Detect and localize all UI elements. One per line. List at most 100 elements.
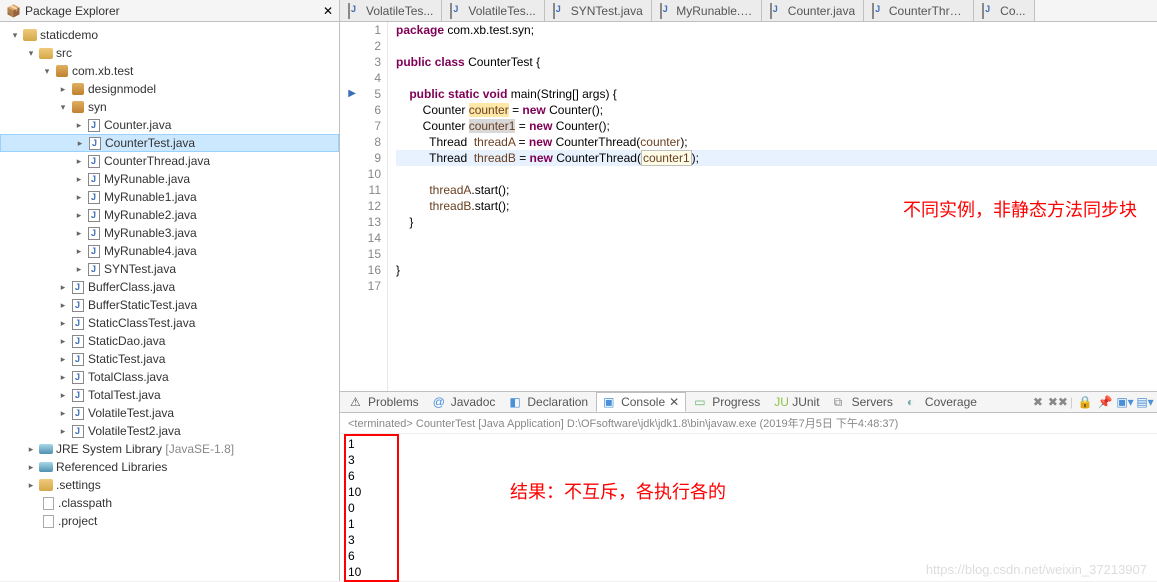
javadoc-icon: @ xyxy=(433,395,447,409)
expand-toggle-icon[interactable]: ▸ xyxy=(72,208,86,222)
tree-designmodel[interactable]: ▸ designmodel xyxy=(0,80,339,98)
tree-file[interactable]: ▸TotalClass.java xyxy=(0,368,339,386)
expand-toggle-icon[interactable]: ▸ xyxy=(72,154,86,168)
expand-toggle-icon[interactable]: ▸ xyxy=(56,280,70,294)
expand-toggle-icon[interactable]: ▸ xyxy=(56,388,70,402)
java-file-icon xyxy=(88,119,100,132)
expand-toggle-icon[interactable]: ▸ xyxy=(72,226,86,240)
tab-progress[interactable]: ▭Progress xyxy=(688,393,766,411)
tree-file[interactable]: ▸MyRunable4.java xyxy=(0,242,339,260)
tab-problems[interactable]: ⚠Problems xyxy=(344,393,425,411)
editor-gutter: ▶ 1234567891011121314151617 xyxy=(340,22,388,391)
tab-javadoc[interactable]: @Javadoc xyxy=(427,393,502,411)
line-number: 11 xyxy=(356,182,381,198)
tree-package[interactable]: ▾ com.xb.test xyxy=(0,62,339,80)
pin-icon[interactable]: 📌 xyxy=(1097,394,1113,410)
remove-launch-icon[interactable]: ✖ xyxy=(1030,394,1046,410)
expand-toggle-icon[interactable]: ▸ xyxy=(72,190,86,204)
tab-console[interactable]: ▣Console ✕ xyxy=(596,392,686,412)
expand-toggle-icon[interactable]: ▸ xyxy=(56,334,70,348)
tree-settings[interactable]: ▸ .settings xyxy=(0,476,339,494)
java-file-icon xyxy=(88,155,100,168)
expand-toggle-icon[interactable]: ▸ xyxy=(56,298,70,312)
tree-file[interactable]: ▸BufferClass.java xyxy=(0,278,339,296)
tree-file[interactable]: ▸MyRunable.java xyxy=(0,170,339,188)
expand-toggle-icon[interactable]: ▾ xyxy=(8,28,22,42)
expand-toggle-icon[interactable]: ▾ xyxy=(40,64,54,78)
file-label: CounterTest.java xyxy=(105,136,195,150)
junit-icon: JU xyxy=(774,395,788,409)
tree-file[interactable]: ▸VolatileTest.java xyxy=(0,404,339,422)
expand-toggle-icon[interactable]: ▸ xyxy=(72,118,86,132)
expand-toggle-icon[interactable]: ▸ xyxy=(56,316,70,330)
expand-toggle-icon[interactable]: ▸ xyxy=(72,244,86,258)
servers-icon: ⧉ xyxy=(834,395,848,409)
tree-file[interactable]: ▸MyRunable2.java xyxy=(0,206,339,224)
close-icon[interactable]: ✕ xyxy=(323,4,333,18)
tree-classpath[interactable]: .classpath xyxy=(0,494,339,512)
tree-file[interactable]: ▸BufferStaticTest.java xyxy=(0,296,339,314)
editor-tab[interactable]: VolatileTes... xyxy=(340,0,442,21)
tree-project[interactable]: ▾ staticdemo xyxy=(0,26,339,44)
scroll-lock-icon[interactable]: 🔒 xyxy=(1077,394,1093,410)
expand-toggle-icon[interactable]: ▸ xyxy=(56,82,70,96)
code-annotation: 不同实例，非静态方法同步块 xyxy=(903,202,1137,218)
editor-tab[interactable]: VolatileTes... xyxy=(442,0,544,21)
expand-toggle-icon[interactable]: ▸ xyxy=(72,262,86,276)
tab-label: VolatileTes... xyxy=(468,4,535,18)
tab-declaration[interactable]: ◧Declaration xyxy=(503,393,594,411)
expand-toggle-icon[interactable]: ▸ xyxy=(56,370,70,384)
expand-toggle-icon[interactable]: ▸ xyxy=(56,424,70,438)
expand-toggle-icon[interactable]: ▾ xyxy=(56,100,70,114)
expand-toggle-icon[interactable]: ▸ xyxy=(24,478,38,492)
tree-file[interactable]: ▸VolatileTest2.java xyxy=(0,422,339,440)
tab-servers[interactable]: ⧉Servers xyxy=(828,393,899,411)
code-body[interactable]: package com.xb.test.syn; public class Co… xyxy=(388,22,1157,391)
tree-file[interactable]: ▸Counter.java xyxy=(0,116,339,134)
editor-tab[interactable]: Co... xyxy=(974,0,1034,21)
tree-file[interactable]: ▸TotalTest.java xyxy=(0,386,339,404)
code-editor[interactable]: ▶ 1234567891011121314151617 package com.… xyxy=(340,22,1157,391)
close-icon[interactable]: ✕ xyxy=(669,395,679,409)
tree-file[interactable]: ▸MyRunable1.java xyxy=(0,188,339,206)
tree-file[interactable]: ▸CounterThread.java xyxy=(0,152,339,170)
tree-file[interactable]: ▸StaticDao.java xyxy=(0,332,339,350)
tree-file[interactable]: ▸StaticClassTest.java xyxy=(0,314,339,332)
expand-toggle-icon[interactable]: ▸ xyxy=(56,406,70,420)
tab-label: VolatileTes... xyxy=(366,4,433,18)
expand-toggle-icon[interactable]: ▸ xyxy=(56,352,70,366)
tab-coverage[interactable]: ◐Coverage xyxy=(901,393,983,411)
expand-toggle-icon[interactable]: ▸ xyxy=(24,460,38,474)
package-label: com.xb.test xyxy=(72,64,133,78)
tree-file[interactable]: ▸MyRunable3.java xyxy=(0,224,339,242)
console-output[interactable]: 13610013610 结果：不互斥，各执行各的 https://blog.cs… xyxy=(340,434,1157,582)
tree-src[interactable]: ▾ src xyxy=(0,44,339,62)
console-process-header: <terminated> CounterTest [Java Applicati… xyxy=(340,413,1157,434)
editor-tab[interactable]: CounterThrea... xyxy=(864,0,974,21)
expand-toggle-icon[interactable]: ▸ xyxy=(73,136,87,150)
tree-syn[interactable]: ▾ syn xyxy=(0,98,339,116)
expand-toggle-icon[interactable]: ▸ xyxy=(72,172,86,186)
tree-file[interactable]: ▸ CounterTest.java xyxy=(0,134,339,152)
tree-projectfile[interactable]: .project xyxy=(0,512,339,530)
open-console-icon[interactable]: ▤▾ xyxy=(1137,394,1153,410)
console-line: 10 xyxy=(348,484,1149,500)
tree-file[interactable]: ▸StaticTest.java xyxy=(0,350,339,368)
tree-file[interactable]: ▸SYNTest.java xyxy=(0,260,339,278)
java-file-icon xyxy=(88,227,100,240)
java-file-icon xyxy=(88,245,100,258)
tree-reflib[interactable]: ▸ Referenced Libraries xyxy=(0,458,339,476)
editor-tab[interactable]: MyRunable.java xyxy=(652,0,762,21)
tab-label: Co... xyxy=(1000,4,1025,18)
expand-toggle-icon[interactable]: ▸ xyxy=(24,442,38,456)
tab-junit[interactable]: JUJUnit xyxy=(768,393,825,411)
line-number: 5 xyxy=(356,86,381,102)
editor-tab[interactable]: SYNTest.java xyxy=(545,0,652,21)
java-file-icon xyxy=(872,3,874,19)
display-console-icon[interactable]: ▣▾ xyxy=(1117,394,1133,410)
project-label: staticdemo xyxy=(40,28,98,42)
expand-toggle-icon[interactable]: ▾ xyxy=(24,46,38,60)
editor-tab[interactable]: Counter.java xyxy=(762,0,864,21)
remove-all-icon[interactable]: ✖✖ xyxy=(1050,394,1066,410)
tree-jre[interactable]: ▸ JRE System Library [JavaSE-1.8] xyxy=(0,440,339,458)
